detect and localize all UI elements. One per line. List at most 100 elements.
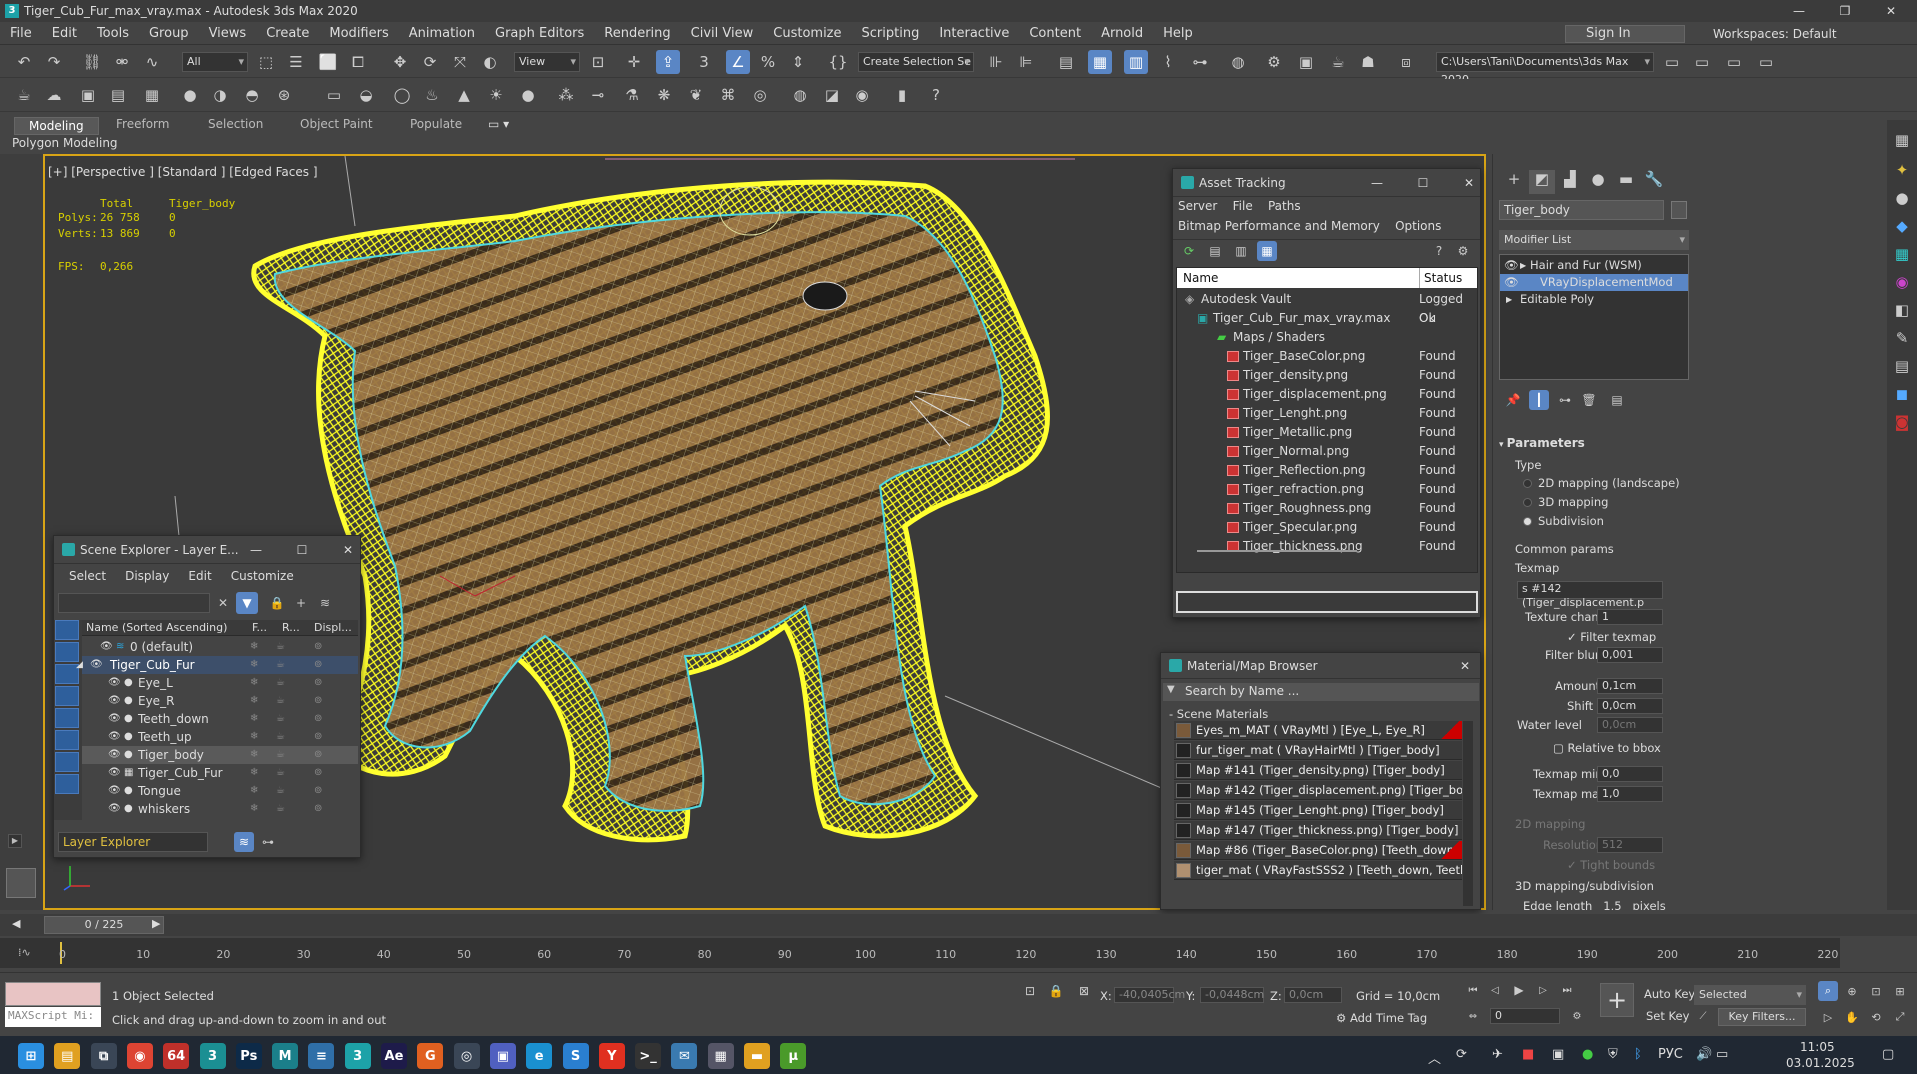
make-unique-icon[interactable]: ⊶: [1555, 390, 1575, 410]
vray-material-icon[interactable]: ◍: [788, 83, 812, 107]
taskbar-mail-icon[interactable]: ✉: [671, 1043, 698, 1069]
vray-decal-icon[interactable]: ❋: [652, 83, 676, 107]
tray-monitor-icon[interactable]: ▣: [1552, 1047, 1564, 1062]
display-icon[interactable]: ⊚: [314, 692, 322, 710]
go-to-end-icon[interactable]: ⏭: [1558, 981, 1576, 999]
eye-icon[interactable]: 👁: [1504, 257, 1519, 274]
undo-icon[interactable]: ↶: [12, 50, 36, 74]
asset-menu-server[interactable]: Server: [1178, 199, 1217, 213]
current-frame-spinner[interactable]: 0: [1490, 1008, 1560, 1024]
tray-volume-icon[interactable]: 🔊: [1696, 1047, 1712, 1062]
schematic-view-icon[interactable]: ⊶: [1188, 50, 1212, 74]
filter-groups-icon[interactable]: [55, 752, 79, 772]
vray-light-icon[interactable]: ●: [178, 83, 202, 107]
vray-proxy-icon[interactable]: ⁂: [554, 83, 578, 107]
relative-bbox-checkbox[interactable]: ▢ Relative to bbox: [1553, 741, 1661, 755]
project-save-icon[interactable]: ▭: [1722, 50, 1746, 74]
tray-chevron-icon[interactable]: ︿: [1428, 1048, 1441, 1067]
align-icon[interactable]: ⊫: [1014, 50, 1038, 74]
se-col-render[interactable]: R...: [282, 620, 300, 636]
sort-layers-icon[interactable]: ≋: [234, 832, 254, 852]
asset-row[interactable]: ▣ Tiger_Cub_Fur_max_vray.max Ok: [1177, 309, 1477, 328]
bind-spacewarp-icon[interactable]: ∿: [140, 50, 164, 74]
freeze-icon[interactable]: ❄: [250, 728, 258, 746]
scale-icon[interactable]: ⤧: [448, 50, 472, 74]
scene-explorer-row[interactable]: 👁 ▦ Tiger_Cub_Fur ❄ ☕ ⊚: [82, 764, 358, 782]
tray-time[interactable]: 11:05: [1800, 1040, 1835, 1054]
expand-icon[interactable]: ▶: [1520, 257, 1526, 274]
checker-icon[interactable]: ▦: [1890, 128, 1914, 152]
asset-close-button[interactable]: ✕: [1457, 169, 1481, 197]
scene-explorer-row[interactable]: 👁 ● Tiger_body ❄ ☕ ⊚: [82, 746, 358, 764]
tray-sync-icon[interactable]: ⟳: [1456, 1047, 1467, 1062]
asset-row[interactable]: Tiger_thickness.png Found: [1177, 537, 1477, 556]
grid-icon[interactable]: ▦: [1890, 242, 1914, 266]
expand-arrow-icon[interactable]: ◢: [76, 656, 83, 674]
menu-edit[interactable]: Edit: [42, 22, 87, 45]
layer-explorer-dropdown[interactable]: Layer Explorer: [58, 832, 208, 852]
vray-mat-library-icon[interactable]: ◪: [820, 83, 844, 107]
asset-row[interactable]: Tiger_Reflection.png Found: [1177, 461, 1477, 480]
display-icon[interactable]: ⊚: [314, 728, 322, 746]
water-level-spinner[interactable]: 0,0cm: [1597, 717, 1663, 733]
show-end-result-icon[interactable]: ┃: [1529, 390, 1549, 410]
display-icon[interactable]: ⊚: [314, 638, 322, 656]
taskbar-aftereffects-icon[interactable]: Ae: [381, 1043, 407, 1069]
ribbon-options-icon[interactable]: ▭ ▾: [488, 117, 509, 131]
filter-cameras-icon[interactable]: [55, 686, 79, 706]
create-tab-icon[interactable]: +: [1501, 170, 1527, 194]
vray-fur-ball-icon[interactable]: ◎: [748, 83, 772, 107]
tray-network-icon[interactable]: ▭: [1716, 1047, 1728, 1062]
close-button[interactable]: ✕: [1868, 0, 1914, 22]
material-row[interactable]: Eyes_m_MAT ( VRayMtl ) [Eye_L, Eye_R]: [1174, 721, 1462, 740]
tray-defender-icon[interactable]: ⛨: [1608, 1047, 1618, 1062]
render-iterative-icon[interactable]: ☗: [1356, 50, 1380, 74]
project-path-dropdown[interactable]: C:\Users\Tani\Documents\3ds Max 2020: [1436, 52, 1654, 86]
vray-sphere-icon[interactable]: ◒: [354, 83, 378, 107]
menu-help[interactable]: Help: [1153, 22, 1203, 45]
asset-row[interactable]: Tiger_Metallic.png Found: [1177, 423, 1477, 442]
tray-nvidia-icon[interactable]: ●: [1582, 1047, 1593, 1062]
vray-sky-icon[interactable]: ●: [516, 83, 540, 107]
set-keys-icon[interactable]: +: [1600, 983, 1634, 1017]
vray-sun-light-icon[interactable]: ☀: [484, 83, 508, 107]
taskbar-app-g-icon[interactable]: G: [417, 1043, 444, 1069]
material-row[interactable]: tiger_mat ( VRayFastSSS2 ) [Teeth_down, …: [1174, 861, 1462, 880]
asset-col-status[interactable]: Status: [1419, 268, 1462, 288]
time-prev-icon[interactable]: ◀: [12, 917, 20, 930]
asset-row[interactable]: ◈ Autodesk Vault Logged Ou: [1177, 290, 1477, 325]
pen-icon[interactable]: ✎: [1890, 326, 1914, 350]
pivot-icon[interactable]: ⊡: [586, 50, 610, 74]
set-key-button[interactable]: Set Key: [1646, 1009, 1689, 1023]
taskbar-start-icon[interactable]: ⊞: [18, 1043, 44, 1069]
time-config-icon[interactable]: ⚙: [1568, 1007, 1586, 1025]
render-icon[interactable]: ☕: [276, 746, 285, 764]
vray-cone-icon[interactable]: ▲: [452, 83, 476, 107]
freeze-icon[interactable]: ❄: [250, 674, 258, 692]
display-icon[interactable]: ⊚: [314, 656, 322, 674]
scene-explorer-row[interactable]: 👁 ≋ 0 (default) ❄ ☕ ⊚: [82, 638, 358, 656]
vray-export-icon[interactable]: ▮: [890, 83, 914, 107]
modify-tab-icon[interactable]: ◩: [1529, 170, 1555, 194]
menu-graph-editors[interactable]: Graph Editors: [485, 22, 594, 45]
taskbar-photoshop-icon[interactable]: Ps: [235, 1043, 262, 1069]
vray-table-icon[interactable]: ▦: [140, 83, 164, 107]
ribbon-tab-selection[interactable]: Selection: [208, 117, 263, 131]
visibility-eye-icon[interactable]: 👁: [108, 782, 121, 800]
visibility-eye-icon[interactable]: 👁: [108, 692, 121, 710]
select-by-name-icon[interactable]: ☰: [284, 50, 308, 74]
select-object-icon[interactable]: ⬚: [254, 50, 278, 74]
ribbon-tab-freeform[interactable]: Freeform: [116, 117, 169, 131]
taskbar-terminal-icon[interactable]: >_: [635, 1043, 662, 1069]
se-menu-customize[interactable]: Customize: [231, 569, 294, 583]
select-manipulate-icon[interactable]: ✛: [622, 50, 646, 74]
vray-hf-icon[interactable]: ⌘: [716, 83, 740, 107]
material-editor-icon[interactable]: ◍: [1226, 50, 1250, 74]
rendered-frame-icon[interactable]: ▣: [1294, 50, 1318, 74]
sign-in-button[interactable]: Sign In: [1565, 25, 1685, 43]
filter-spacewarps-icon[interactable]: [55, 730, 79, 750]
taskbar-calculator-icon[interactable]: ▦: [707, 1043, 734, 1069]
asset-minimize-button[interactable]: —: [1365, 169, 1389, 197]
display-icon[interactable]: ⊚: [314, 746, 322, 764]
material-row[interactable]: Map #147 (Tiger_thickness.png) [Tiger_bo…: [1174, 821, 1462, 840]
